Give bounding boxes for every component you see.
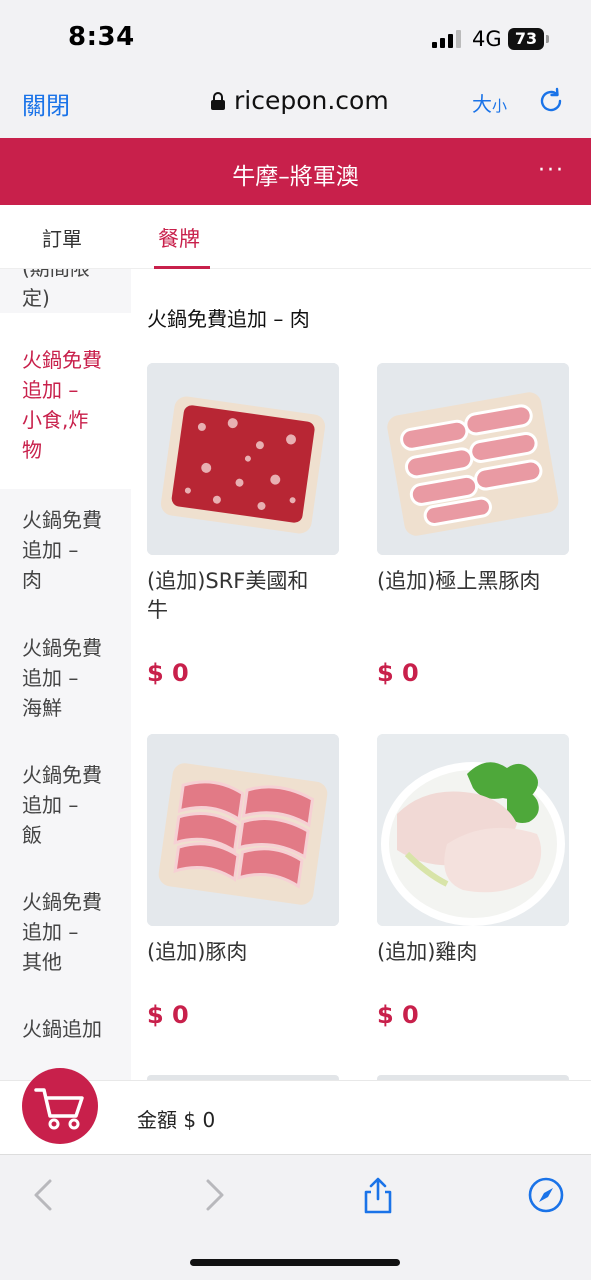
food-image-black-pork[interactable] [377,363,569,555]
section-title: 火鍋免費追加 – 肉 [147,307,310,331]
sidebar-item-snacks[interactable]: 火鍋免費 追加 – 小食,炸 物 [0,313,131,489]
item-name: (追加)SRF美國和 牛 [147,567,339,625]
item-price: $ 0 [377,659,419,687]
sidebar-line: 其他 [22,950,62,974]
sidebar-line: 物 [22,438,42,462]
sidebar-item-seafood[interactable]: 火鍋免費 追加 – 海鮮 [0,633,131,723]
sidebar-line: 追加 – [22,538,79,562]
status-bar: 8:34 4G 73 [0,0,591,78]
tab-menu[interactable]: 餐牌 [158,223,200,253]
back-arrow-icon[interactable] [24,1175,64,1215]
sidebar-item-meat[interactable]: 火鍋免費 追加 – 肉 [0,489,131,616]
menu-content[interactable]: 火鍋免費追加 – 肉 (追加)SRF美國和 牛 $ 0 (追加)極上黑豚肉 $ … [131,269,591,1080]
text-size-small: 小 [492,97,508,115]
menu-item-card[interactable]: (追加)豚肉 [147,734,339,967]
item-name-line: (追加)極上黑豚肉 [377,569,541,593]
battery-tip [546,35,549,43]
lock-icon [211,91,225,110]
item-name-line: (追加)豚肉 [147,940,248,964]
menu-item-card[interactable]: (追加)極上黑豚肉 [377,363,569,596]
sidebar-item-hotpot-extra[interactable]: 火鍋追加 [0,1014,131,1044]
item-price: $ 0 [147,1001,189,1029]
close-button[interactable]: 關閉 [22,86,70,121]
item-name-line: (追加)SRF美國和 [147,569,309,593]
item-name-line: 牛 [147,598,168,622]
sidebar-line: 追加 – [22,793,79,817]
sidebar-line: 火鍋免費 [22,890,102,914]
item-name: (追加)極上黑豚肉 [377,567,569,596]
food-image-chicken[interactable] [377,734,569,926]
url-text: ricepon.com [234,86,389,115]
battery-icon: 73 [508,28,544,50]
sidebar-item-rice[interactable]: 火鍋免費 追加 – 飯 [0,760,131,850]
text-size-big: 大 [472,92,492,116]
compass-icon[interactable] [526,1175,566,1215]
menu-item-card[interactable]: (追加)SRF美國和 牛 [147,363,339,625]
forward-arrow-icon[interactable] [194,1175,234,1215]
sidebar-line: (期間限 [22,269,131,283]
reload-icon[interactable] [536,86,566,116]
sidebar-line: 追加 – [22,666,79,690]
browser-bar: 關閉 ricepon.com 大小 [0,78,591,138]
sidebar-line: 火鍋免費 [22,763,102,787]
shop-title: 牛摩–將軍澳 [232,164,359,190]
sidebar-item-limited[interactable]: (期間限 定) [0,269,131,313]
sidebar-line: 追加 – [22,920,79,944]
more-menu-button[interactable]: ··· [538,158,565,183]
sidebar-line: 肉 [22,568,42,592]
sidebar-line: 火鍋追加 [22,1017,102,1041]
item-name: (追加)雞肉 [377,938,569,967]
sidebar-item-others[interactable]: 火鍋免費 追加 – 其他 [0,887,131,977]
sidebar-line: 火鍋免費 [22,508,102,532]
tab-bar: 訂單 餐牌 [0,205,591,269]
share-icon[interactable] [358,1175,398,1215]
sidebar-line: 小食,炸 [22,408,89,432]
sidebar-line: 定) [22,286,50,310]
item-price: $ 0 [377,1001,419,1029]
url-display[interactable]: ricepon.com [210,86,389,115]
sidebar-line: 海鮮 [22,696,62,720]
sidebar-line: 追加 – [22,378,79,402]
cart-icon [34,1088,84,1130]
cart-button[interactable] [22,1068,98,1144]
shop-header: 牛摩–將軍澳 ··· [0,138,591,205]
cart-total: 金額 $ 0 [137,1108,216,1132]
food-image-pork[interactable] [147,734,339,926]
item-price: $ 0 [147,659,189,687]
food-image-srf-beef[interactable] [147,363,339,555]
sidebar-line: 飯 [22,823,42,847]
status-time: 8:34 [68,22,135,52]
menu-item-card[interactable]: (追加)雞肉 [377,734,569,967]
home-indicator [190,1259,400,1266]
sidebar-line: 火鍋免費 [22,636,102,660]
tab-orders[interactable]: 訂單 [42,223,82,252]
item-name: (追加)豚肉 [147,938,339,967]
item-name-line: (追加)雞肉 [377,940,478,964]
sidebar-line: 火鍋免費 [22,348,102,372]
category-sidebar[interactable]: (期間限 定) 火鍋免費 追加 – 小食,炸 物 火鍋免費 追加 – 肉 火鍋免… [0,269,131,1080]
network-type: 4G [472,27,502,51]
text-size-button[interactable]: 大小 [472,88,507,117]
signal-icon [432,30,461,48]
